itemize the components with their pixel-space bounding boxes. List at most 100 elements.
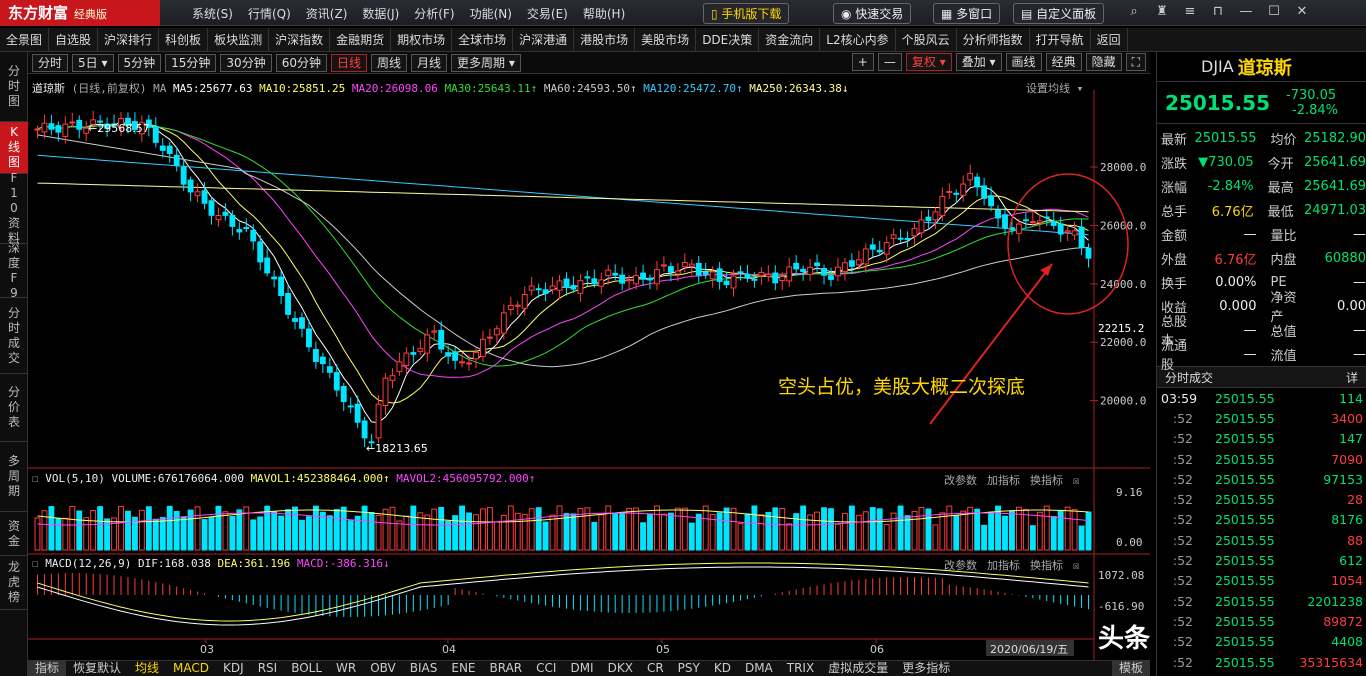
nav-item-17[interactable]: 打开导航 (1030, 27, 1091, 52)
indicator-tab-11[interactable]: BRAR (483, 661, 530, 676)
period-tab-6[interactable]: 日线 (330, 53, 367, 72)
nav-item-1[interactable]: 自选股 (49, 27, 99, 52)
indicator-tab-13[interactable]: DMI (563, 661, 600, 676)
dock-icon[interactable]: ⊓ (1204, 4, 1232, 19)
indicator-tab-15[interactable]: CR (640, 661, 671, 676)
period-tab-4[interactable]: 30分钟 (220, 53, 272, 72)
nav-item-9[interactable]: 沪深港通 (513, 27, 575, 52)
indicator-tab-12[interactable]: CCI (529, 661, 563, 676)
maximize-icon[interactable]: ☐ (1260, 4, 1288, 19)
indicator-tab-19[interactable]: TRIX (780, 661, 821, 676)
period-tab-9[interactable]: 更多周期 ▾ (451, 53, 521, 72)
period-tab-1[interactable]: 5日 ▾ (72, 53, 114, 72)
macd-close-icon[interactable]: ☒ (1073, 559, 1080, 572)
nav-item-4[interactable]: 板块监测 (208, 27, 270, 52)
macd-action-1[interactable]: 加指标 (987, 557, 1020, 573)
chart-tool-0[interactable]: + (851, 53, 874, 71)
nav-item-13[interactable]: 资金流向 (759, 27, 821, 52)
sidebar-item-0[interactable]: 分时图 (0, 52, 28, 122)
sidebar-item-5[interactable]: 分价表 (0, 374, 28, 442)
vol-action-2[interactable]: 换指标 (1030, 472, 1063, 488)
sidebar-item-7[interactable]: 资金 (0, 512, 28, 556)
expand-icon[interactable]: ⛶ (1125, 53, 1146, 71)
period-tab-8[interactable]: 月线 (411, 53, 448, 72)
period-tab-7[interactable]: 周线 (371, 53, 408, 72)
indicator-tab-3[interactable]: MACD (166, 661, 216, 676)
indicator-tab-0[interactable]: 指标 (28, 661, 67, 676)
sidebar-item-1[interactable]: K线图 (0, 122, 28, 174)
indicator-tab-7[interactable]: WR (329, 661, 363, 676)
menu-6[interactable]: 交易(E) (527, 5, 568, 22)
sidebar-item-2[interactable]: F10资料 (0, 171, 28, 245)
indicator-tab-16[interactable]: PSY (671, 661, 707, 676)
chart-tool-4[interactable]: 画线 (1005, 53, 1042, 71)
skin-icon[interactable]: ♜ (1148, 4, 1176, 19)
nav-item-15[interactable]: 个股风云 (896, 27, 957, 52)
indicator-tab-8[interactable]: OBV (363, 661, 403, 676)
multi-window-button[interactable]: ▦ 多窗口 (933, 3, 1001, 24)
nav-item-11[interactable]: 美股市场 (635, 27, 697, 52)
indicator-tab-10[interactable]: ENE (444, 661, 482, 676)
menu-7[interactable]: 帮助(H) (583, 5, 625, 22)
period-tab-0[interactable]: 分时 (32, 53, 69, 72)
menu-4[interactable]: 分析(F) (414, 5, 454, 22)
menu-0[interactable]: 系统(S) (192, 5, 233, 22)
search-icon[interactable]: ⌕ (1120, 4, 1148, 19)
nav-item-8[interactable]: 全球市场 (452, 27, 514, 52)
macd-action-2[interactable]: 换指标 (1030, 557, 1063, 573)
vol-action-0[interactable]: 改参数 (944, 472, 977, 488)
nav-item-14[interactable]: L2核心内参 (820, 27, 896, 52)
sidebar-item-4[interactable]: 分时成交 (0, 298, 28, 374)
macd-action-0[interactable]: 改参数 (944, 557, 977, 573)
nav-item-2[interactable]: 沪深排行 (98, 27, 160, 52)
indicator-tab-14[interactable]: DKX (601, 661, 640, 676)
vol-close-icon[interactable]: ☒ (1073, 474, 1080, 487)
vol-action-1[interactable]: 加指标 (987, 472, 1020, 488)
mobile-download-button[interactable]: ▯ 手机版下载 (703, 3, 790, 24)
kline-chart-area[interactable]: 28000.0 26000.0 24000.0 22000.0 20000.0 22215… (28, 76, 1289, 662)
nav-item-5[interactable]: 沪深指数 (269, 27, 331, 52)
nav-item-7[interactable]: 期权市场 (391, 27, 453, 52)
menu-1[interactable]: 行情(Q) (248, 5, 291, 22)
chart-tool-6[interactable]: 隐藏 (1085, 53, 1122, 71)
menu-3[interactable]: 数据(J) (362, 5, 399, 22)
indicator-tab-1[interactable]: 恢复默认 (66, 661, 128, 676)
nav-item-0[interactable]: 全景图 (0, 27, 50, 52)
indicator-tab-5[interactable]: RSI (251, 661, 285, 676)
nav-item-3[interactable]: 科创板 (159, 27, 209, 52)
minimize-icon[interactable]: — (1232, 4, 1260, 19)
ticks-title: 分时成交 (1165, 370, 1214, 385)
nav-item-16[interactable]: 分析师指数 (957, 27, 1030, 52)
ticks-detail-button[interactable]: 详 (1346, 369, 1358, 386)
sidebar-item-3[interactable]: 深度F9 (0, 241, 28, 300)
close-icon[interactable]: ✕ (1288, 4, 1316, 19)
menu-5[interactable]: 功能(N) (470, 5, 512, 22)
chart-tool-5[interactable]: 经典 (1045, 53, 1082, 71)
sidebar-item-6[interactable]: 多周期 (0, 442, 28, 512)
indicator-tab-21[interactable]: 更多指标 (895, 661, 957, 676)
sidebar-item-8[interactable]: 龙虎榜 (0, 556, 28, 610)
nav-item-10[interactable]: 港股市场 (574, 27, 636, 52)
period-tab-2[interactable]: 5分钟 (117, 53, 162, 72)
indicator-tab-4[interactable]: KDJ (216, 661, 251, 676)
custom-panel-button[interactable]: ▤ 自定义面板 (1013, 3, 1105, 24)
chart-tool-1[interactable]: — (877, 53, 902, 71)
indicator-tab-18[interactable]: DMA (738, 661, 780, 676)
nav-item-6[interactable]: 金融期货 (330, 27, 392, 52)
chart-tool-2[interactable]: 复权 ▾ (905, 53, 952, 71)
chart-tool-3[interactable]: 叠加 ▾ (955, 53, 1002, 71)
period-tab-3[interactable]: 15分钟 (165, 53, 217, 72)
quick-trade-button[interactable]: ◉ 快速交易 (833, 3, 912, 24)
indicator-tab-6[interactable]: BOLL (284, 661, 329, 676)
indicator-tab-2[interactable]: 均线 (128, 661, 166, 676)
menu-2[interactable]: 资讯(Z) (306, 5, 348, 22)
indicator-tab-20[interactable]: 虚拟成交量 (821, 661, 895, 676)
indicator-tab-22[interactable]: 模板 (1111, 661, 1150, 676)
indicator-tab-17[interactable]: KD (707, 661, 738, 676)
nav-item-12[interactable]: DDE决策 (696, 27, 760, 52)
ma-settings-button[interactable]: 设置均线 ▾ (1026, 80, 1083, 96)
nav-item-18[interactable]: 返回 (1091, 27, 1128, 52)
menu-icon[interactable]: ≡ (1176, 4, 1204, 19)
indicator-tab-9[interactable]: BIAS (403, 661, 445, 676)
period-tab-5[interactable]: 60分钟 (275, 53, 327, 72)
